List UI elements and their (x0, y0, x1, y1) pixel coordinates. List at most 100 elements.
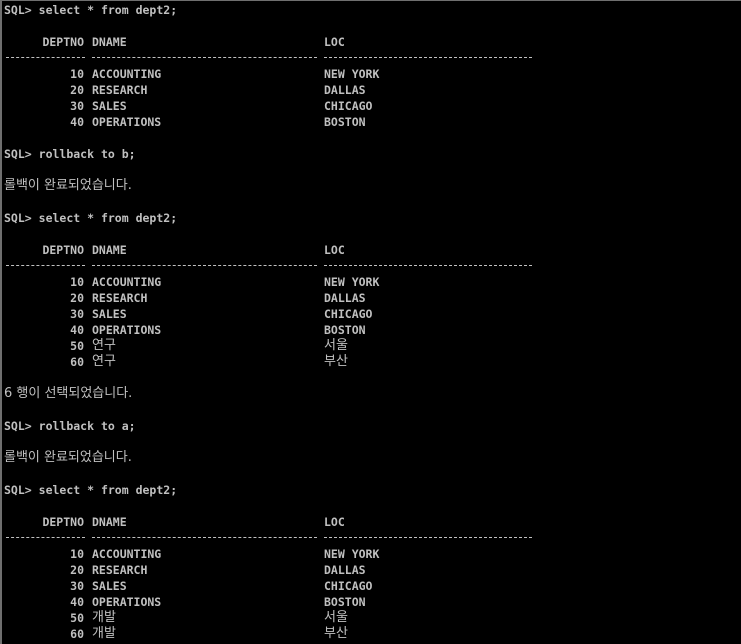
table-row: 60 연구 부산 (4, 354, 348, 370)
dname-cell: ACCOUNTING (92, 275, 162, 289)
console-output: SQL> select * from dept2; DEPTNO DNAME L… (4, 2, 739, 644)
loc-cell: CHICAGO (324, 579, 373, 593)
loc-cell: BOSTON (324, 595, 366, 609)
table-row: 50 개발 서울 (4, 610, 348, 626)
table-row: 30 SALES CHICAGO (4, 306, 372, 322)
separator-deptno (6, 537, 85, 538)
deptno-cell: 50 (70, 339, 84, 353)
loc-cell: 부산 (324, 354, 348, 369)
command-text: rollback to a; (38, 419, 136, 433)
loc-cell: DALLAS (324, 83, 366, 97)
table-row: 50 연구 서울 (4, 338, 348, 354)
command-text: select * from dept2; (38, 483, 178, 497)
separator-dname (92, 537, 317, 538)
table-row: 30 SALES CHICAGO (4, 578, 372, 594)
deptno-cell: 10 (70, 67, 84, 81)
loc-cell: NEW YORK (324, 547, 380, 561)
command-line: SQL> rollback to b; (4, 146, 136, 162)
dname-cell: 개발 (92, 610, 116, 625)
table-row: 60 개발 부산 (4, 626, 348, 642)
dname-cell: 개발 (92, 626, 116, 641)
command-text: select * from dept2; (38, 211, 178, 225)
deptno-cell: 10 (70, 547, 84, 561)
status-message: 6 행이 선택되었습니다. (4, 386, 133, 401)
dname-cell: OPERATIONS (92, 115, 162, 129)
header-deptno: DEPTNO (42, 35, 84, 49)
prompt: SQL> (4, 147, 32, 161)
prompt: SQL> (4, 211, 32, 225)
dname-cell: SALES (92, 579, 127, 593)
command-line: SQL> select * from dept2; (4, 2, 177, 18)
dname-cell: SALES (92, 307, 127, 321)
dname-cell: ACCOUNTING (92, 67, 162, 81)
table-row: 20 RESEARCH DALLAS (4, 82, 365, 98)
dname-cell: SALES (92, 99, 127, 113)
header-dname: DNAME (92, 35, 127, 49)
table-separator (4, 258, 739, 274)
separator-loc (324, 265, 532, 266)
table-header-row: DEPTNO DNAME LOC (4, 514, 344, 530)
header-loc: LOC (324, 35, 345, 49)
deptno-cell: 60 (70, 355, 84, 369)
table-row: 10 ACCOUNTING NEW YORK (4, 274, 379, 290)
status-message: 롤백이 완료되었습니다. (4, 450, 132, 465)
loc-cell: CHICAGO (324, 99, 373, 113)
prompt: SQL> (4, 483, 32, 497)
command-line: SQL> select * from dept2; (4, 482, 177, 498)
dname-cell: RESEARCH (92, 83, 148, 97)
dname-cell: 연구 (92, 354, 116, 369)
dname-cell: 연구 (92, 338, 116, 353)
deptno-cell: 30 (70, 99, 84, 113)
dname-cell: RESEARCH (92, 563, 148, 577)
loc-cell: BOSTON (324, 323, 366, 337)
table-separator (4, 530, 739, 546)
table-row: 20 RESEARCH DALLAS (4, 562, 365, 578)
separator-deptno (6, 57, 85, 58)
command-text: rollback to b; (38, 147, 136, 161)
separator-dname (92, 57, 317, 58)
header-dname: DNAME (92, 243, 127, 257)
table-row: 30 SALES CHICAGO (4, 98, 372, 114)
loc-cell: 부산 (324, 626, 348, 641)
deptno-cell: 60 (70, 627, 84, 641)
table-separator (4, 50, 739, 66)
loc-cell: 서울 (324, 338, 348, 353)
prompt: SQL> (4, 419, 32, 433)
command-line: SQL> rollback to a; (4, 418, 136, 434)
table-header-row: DEPTNO DNAME LOC (4, 242, 344, 258)
separator-deptno (6, 265, 85, 266)
deptno-cell: 40 (70, 115, 84, 129)
table-header-row: DEPTNO DNAME LOC (4, 34, 344, 50)
header-loc: LOC (324, 515, 345, 529)
header-dname: DNAME (92, 515, 127, 529)
prompt: SQL> (4, 3, 32, 17)
header-deptno: DEPTNO (42, 243, 84, 257)
deptno-cell: 20 (70, 563, 84, 577)
status-message: 롤백이 완료되었습니다. (4, 178, 132, 193)
table-row: 10 ACCOUNTING NEW YORK (4, 66, 379, 82)
loc-cell: NEW YORK (324, 67, 380, 81)
table-row: 40 OPERATIONS BOSTON (4, 114, 365, 130)
table-row: 40 OPERATIONS BOSTON (4, 322, 365, 338)
deptno-cell: 30 (70, 579, 84, 593)
dname-cell: RESEARCH (92, 291, 148, 305)
deptno-cell: 50 (70, 611, 84, 625)
deptno-cell: 10 (70, 275, 84, 289)
separator-loc (324, 57, 532, 58)
command-line: SQL> select * from dept2; (4, 210, 177, 226)
table-row: 10 ACCOUNTING NEW YORK (4, 546, 379, 562)
loc-cell: DALLAS (324, 291, 366, 305)
table-row: 20 RESEARCH DALLAS (4, 290, 365, 306)
loc-cell: NEW YORK (324, 275, 380, 289)
deptno-cell: 40 (70, 323, 84, 337)
separator-dname (92, 265, 317, 266)
dname-cell: OPERATIONS (92, 595, 162, 609)
table-row: 40 OPERATIONS BOSTON (4, 594, 365, 610)
dname-cell: OPERATIONS (92, 323, 162, 337)
header-loc: LOC (324, 243, 345, 257)
console-window[interactable]: SQL> select * from dept2; DEPTNO DNAME L… (0, 0, 741, 644)
loc-cell: DALLAS (324, 563, 366, 577)
deptno-cell: 20 (70, 291, 84, 305)
deptno-cell: 40 (70, 595, 84, 609)
header-deptno: DEPTNO (42, 515, 84, 529)
